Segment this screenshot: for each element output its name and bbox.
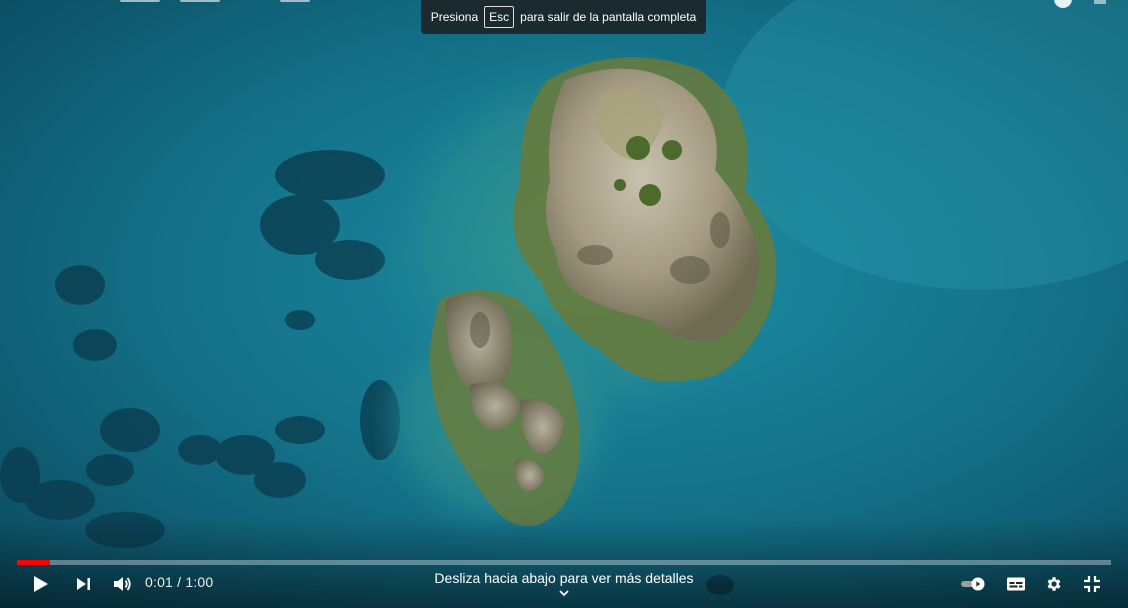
mute-button[interactable] bbox=[104, 566, 140, 602]
hint-text-after: para salir de la pantalla completa bbox=[520, 10, 697, 24]
progress-played bbox=[17, 560, 50, 565]
play-icon bbox=[34, 576, 48, 592]
time-total: 1:00 bbox=[185, 574, 214, 590]
progress-bar[interactable] bbox=[17, 560, 1111, 565]
gear-icon bbox=[1047, 577, 1061, 591]
share-icon[interactable] bbox=[1094, 0, 1106, 4]
hint-text-before: Presiona bbox=[430, 10, 479, 24]
fullscreen-exit-hint: Presiona Esc para salir de la pantalla c… bbox=[421, 0, 706, 34]
time-separator: / bbox=[177, 574, 182, 590]
swipe-hint-text: Desliza hacia abajo para ver más detalle… bbox=[434, 570, 694, 586]
volume-icon bbox=[114, 577, 131, 591]
video-title-cropped bbox=[0, 0, 340, 4]
next-button[interactable] bbox=[66, 566, 102, 602]
esc-key-badge: Esc bbox=[484, 6, 515, 28]
video-frame[interactable] bbox=[0, 0, 1128, 608]
skip-next-icon bbox=[77, 578, 90, 590]
video-player[interactable]: Presiona Esc para salir de la pantalla c… bbox=[0, 0, 1128, 608]
exit-fullscreen-button[interactable] bbox=[1074, 566, 1110, 602]
time-display: 0:01 / 1:00 bbox=[145, 574, 213, 590]
exit-fullscreen-icon bbox=[1084, 576, 1100, 592]
play-button[interactable] bbox=[23, 566, 59, 602]
chevron-down-icon[interactable] bbox=[558, 588, 570, 598]
player-controls: 0:01 / 1:00 Desliza hacia abajo para ver… bbox=[0, 566, 1128, 602]
settings-button[interactable] bbox=[1036, 566, 1072, 602]
time-current: 0:01 bbox=[145, 574, 174, 590]
subtitles-icon bbox=[1007, 577, 1025, 591]
autoplay-toggle[interactable] bbox=[955, 566, 991, 602]
subtitles-button[interactable] bbox=[998, 566, 1034, 602]
autoplay-toggle-icon bbox=[961, 577, 985, 591]
